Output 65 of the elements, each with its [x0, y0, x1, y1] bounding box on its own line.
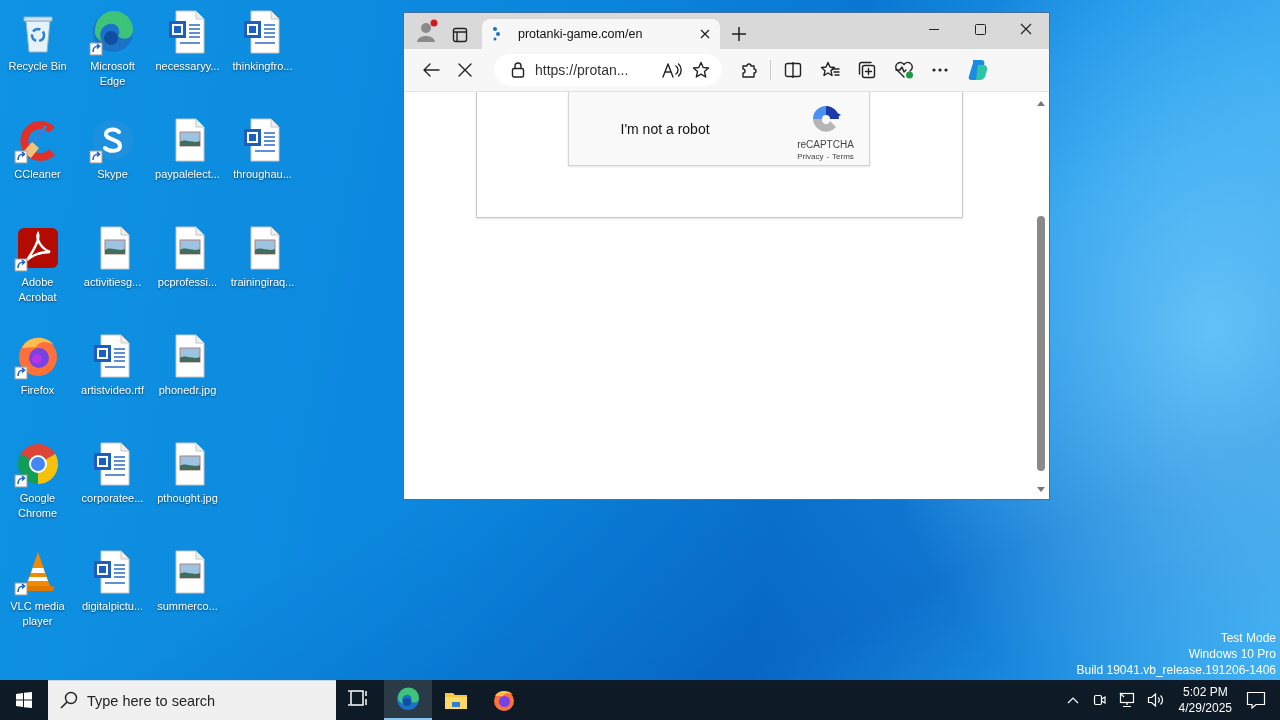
desktop-icon-label: Recycle Bin — [7, 59, 68, 74]
desktop-icon-label: trainingiraq... — [229, 275, 296, 290]
desktop-icon-label: CCleaner — [13, 167, 62, 182]
tab-title: protanki-game.com/en — [518, 27, 644, 41]
os-watermark-line: Windows 10 Pro — [1188, 646, 1276, 662]
chevron-up-icon[interactable] — [1066, 696, 1079, 704]
link-separator: - — [826, 151, 830, 161]
clock-date: 4/29/2025 — [1178, 700, 1232, 716]
desktop-icon-label: thinkingfro... — [231, 59, 294, 74]
new-tab-icon[interactable] — [731, 26, 747, 42]
split-screen-icon[interactable] — [784, 62, 802, 78]
desktop-icon-label: VLC media player — [9, 599, 66, 629]
desktop-icon-label: paypalelect... — [154, 167, 221, 182]
desktop-icon-label: artistvideo.rtf — [80, 383, 145, 398]
windows-logo-icon — [16, 692, 32, 708]
back-arrow-icon[interactable] — [422, 62, 440, 78]
scroll-down-icon[interactable] — [1037, 487, 1045, 493]
favorites-icon[interactable] — [820, 61, 840, 79]
more-dots-icon[interactable] — [932, 68, 948, 72]
fox-globe-icon — [492, 688, 516, 712]
desktop-icon-label: digitalpictu... — [80, 599, 145, 614]
clock-time: 5:02 PM — [1182, 684, 1228, 700]
puzzle-piece-icon[interactable] — [740, 61, 758, 79]
close-icon[interactable] — [700, 29, 710, 39]
desktop-icon-label: Adobe Acrobat — [17, 275, 58, 305]
privacy-link[interactable]: Privacy — [797, 151, 824, 161]
notifications-icon[interactable] — [1246, 691, 1266, 709]
network-icon[interactable] — [1118, 692, 1135, 708]
os-watermark-line: Test Mode — [1220, 630, 1276, 646]
heart-pulse-icon[interactable] — [894, 61, 914, 79]
taskbar-search-field[interactable]: Type here to search — [48, 680, 336, 720]
profile-avatar-icon[interactable] — [415, 19, 439, 43]
desktop-icon-label: Google Chrome — [16, 491, 59, 521]
desktop-icon-label: pcprofessi... — [156, 275, 219, 290]
search-icon — [60, 691, 78, 709]
desktop-icon-label: necessaryy... — [154, 59, 221, 74]
scroll-up-icon[interactable] — [1037, 100, 1045, 106]
star-icon[interactable] — [692, 61, 710, 79]
terms-link[interactable]: Terms — [832, 151, 854, 161]
assistant-logo-icon[interactable] — [966, 58, 990, 82]
wave-logo-icon — [396, 687, 420, 711]
desktop-icon-label: phonedr.jpg — [157, 383, 218, 398]
captcha-label: I'm not a robot — [620, 120, 711, 137]
desktop-icon-label: throughau... — [232, 167, 293, 182]
scrollbar-thumb[interactable] — [1037, 216, 1045, 471]
collections-icon[interactable] — [858, 61, 876, 79]
desktop-icon-label: summerco... — [156, 599, 219, 614]
lock-icon — [511, 62, 525, 78]
stop-loading-icon[interactable] — [458, 63, 472, 77]
desktop-icon-label: pthought.jpg — [156, 491, 219, 506]
desktop-icon-label: Firefox — [19, 383, 56, 398]
desktop-icon-label: Microsoft Edge — [89, 59, 136, 89]
read-aloud-icon[interactable] — [662, 62, 682, 78]
desktop-icon-label: corporatee... — [80, 491, 145, 506]
tab-actions-icon[interactable] — [452, 27, 468, 43]
volume-icon[interactable] — [1146, 692, 1165, 708]
captcha-brand: reCAPTCHA — [797, 138, 854, 150]
captcha-widget[interactable]: I'm not a robot reCAPTCHA Privacy - Terms — [567, 92, 870, 166]
desktop-icon-label: activitiesg... — [82, 275, 143, 290]
desktop-icon-label: Skype — [96, 167, 129, 182]
browser-tab[interactable]: protanki-game.com/en — [482, 19, 720, 49]
taskbar-app[interactable] — [384, 680, 432, 720]
address-bar[interactable]: https://protan... — [494, 54, 722, 86]
url-text: https://protan... — [535, 62, 630, 78]
os-watermark-line: Build 19041.vb_release.191206-1406 — [1076, 662, 1276, 678]
